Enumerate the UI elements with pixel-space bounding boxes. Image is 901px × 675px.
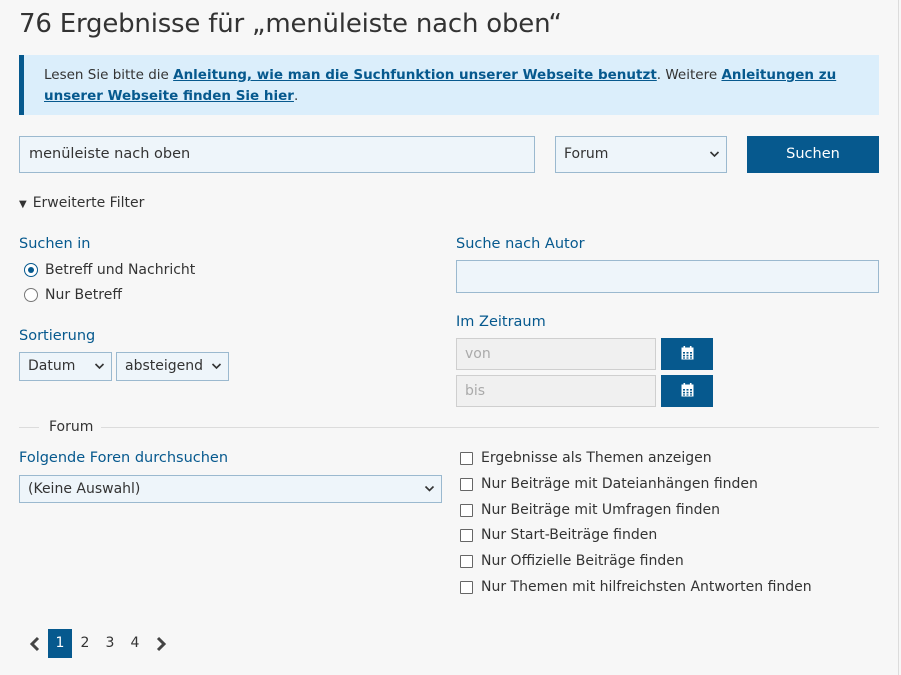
chevron-down-icon xyxy=(211,353,222,390)
calendar-icon xyxy=(681,345,694,364)
checkbox-label: Ergebnisse als Themen anzeigen xyxy=(481,450,712,466)
scope-select[interactable]: Forum xyxy=(555,136,727,173)
checkbox-label: Nur Beiträge mit Umfragen finden xyxy=(481,502,720,518)
radio-subject-only[interactable]: Nur Betreff xyxy=(24,287,122,303)
info-middle: . Weitere xyxy=(656,67,722,83)
checkbox-official-posts[interactable]: Nur Offizielle Beiträge finden xyxy=(460,553,684,569)
search-input[interactable]: menüleiste nach oben xyxy=(19,136,535,173)
fieldset-divider-left xyxy=(19,427,39,428)
fieldset-divider-right xyxy=(101,427,879,428)
forums-select-value: (Keine Auswahl) xyxy=(28,481,141,497)
page-title: 76 Ergebnisse für „menüleiste nach oben“ xyxy=(19,9,562,39)
scope-select-value: Forum xyxy=(564,146,609,162)
info-suffix: . xyxy=(293,88,299,104)
checkbox-label: Nur Beiträge mit Dateianhängen finden xyxy=(481,476,758,492)
checkbox-with-polls[interactable]: Nur Beiträge mit Umfragen finden xyxy=(460,502,720,518)
search-help-link[interactable]: Anleitung, wie man die Suchfunktion unse… xyxy=(173,67,657,83)
date-from-input[interactable]: von xyxy=(456,338,656,370)
sort-order-select[interactable]: absteigend xyxy=(116,352,229,381)
radio-label: Nur Betreff xyxy=(45,287,122,303)
page-button-4[interactable]: 4 xyxy=(123,629,147,658)
checkbox-helpful-answers[interactable]: Nur Themen mit hilfreichsten Antworten f… xyxy=(460,579,812,595)
forum-fieldset-legend: Forum xyxy=(49,419,94,435)
radio-unchecked-icon xyxy=(24,288,38,302)
checkbox-unchecked-icon xyxy=(460,451,473,465)
radio-subject-and-message[interactable]: Betreff und Nachricht xyxy=(24,262,195,278)
chevron-down-icon xyxy=(424,476,435,512)
date-to-input[interactable]: bis xyxy=(456,375,656,407)
sort-order-value: absteigend xyxy=(125,358,204,374)
chevron-right-icon[interactable] xyxy=(148,629,174,658)
sort-label: Sortierung xyxy=(19,328,96,344)
radio-checked-icon xyxy=(24,263,38,277)
sort-field-select[interactable]: Datum xyxy=(19,352,112,381)
info-prefix: Lesen Sie bitte die xyxy=(44,67,174,83)
checkbox-label: Nur Themen mit hilfreichsten Antworten f… xyxy=(481,579,812,595)
page-button-3[interactable]: 3 xyxy=(98,629,122,658)
checkbox-unchecked-icon xyxy=(460,554,473,568)
author-input[interactable] xyxy=(456,260,879,293)
search-button[interactable]: Suchen xyxy=(747,136,879,173)
checkbox-with-attachments[interactable]: Nur Beiträge mit Dateianhängen finden xyxy=(460,476,758,492)
calendar-icon xyxy=(681,382,694,401)
forums-select[interactable]: (Keine Auswahl) xyxy=(19,475,442,503)
checkbox-start-posts[interactable]: Nur Start-Beiträge finden xyxy=(460,527,657,543)
date-from-calendar-button[interactable] xyxy=(661,338,713,370)
pagination: 1 2 3 4 xyxy=(22,629,174,658)
author-label: Suche nach Autor xyxy=(456,236,585,252)
checkbox-label: Nur Offizielle Beiträge finden xyxy=(481,553,684,569)
search-in-label: Suchen in xyxy=(19,236,91,252)
checkbox-unchecked-icon xyxy=(460,477,473,491)
checkbox-label: Nur Start-Beiträge finden xyxy=(481,527,658,543)
sort-field-value: Datum xyxy=(28,358,76,374)
triangle-down-icon: ▼ xyxy=(19,199,27,210)
checkbox-unchecked-icon xyxy=(460,528,473,542)
advanced-filter-label: Erweiterte Filter xyxy=(32,195,145,211)
page-button-1[interactable]: 1 xyxy=(48,629,72,658)
period-label: Im Zeitraum xyxy=(456,314,546,330)
checkbox-unchecked-icon xyxy=(460,503,473,517)
chevron-left-icon[interactable] xyxy=(22,629,48,658)
checkbox-unchecked-icon xyxy=(460,580,473,594)
date-to-calendar-button[interactable] xyxy=(661,375,713,407)
advanced-filter-toggle[interactable]: ▼ Erweiterte Filter xyxy=(19,195,144,211)
page-edge-divider xyxy=(898,0,899,675)
forums-label: Folgende Foren durchsuchen xyxy=(19,450,229,466)
page-button-2[interactable]: 2 xyxy=(73,629,97,658)
chevron-down-icon xyxy=(709,137,720,186)
radio-label: Betreff und Nachricht xyxy=(45,262,196,278)
checkbox-results-as-topics[interactable]: Ergebnisse als Themen anzeigen xyxy=(460,450,712,466)
chevron-down-icon xyxy=(94,353,105,390)
info-banner: Lesen Sie bitte die Anleitung, wie man d… xyxy=(19,55,879,115)
